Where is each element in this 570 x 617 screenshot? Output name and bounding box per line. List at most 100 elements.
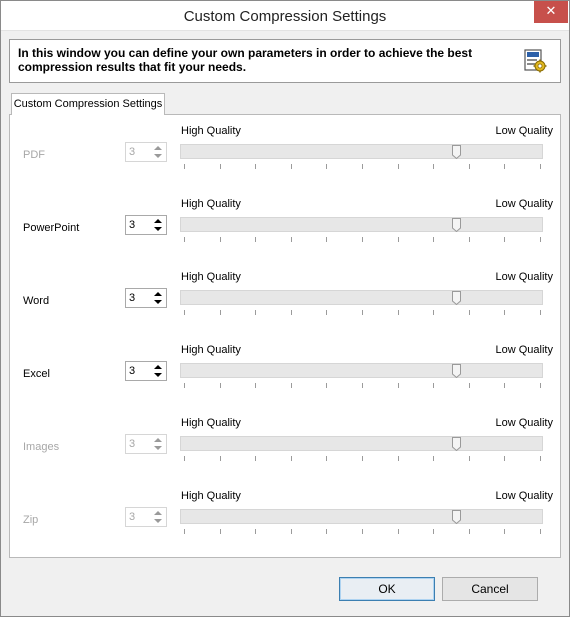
slider-tick [540,237,541,242]
slider-tick [398,164,399,169]
spinner-value[interactable]: 3 [129,365,135,377]
high-quality-label: High Quality [181,344,241,356]
slider-tick [469,456,470,461]
spinner-value: 3 [129,438,136,450]
quality-slider-track[interactable] [180,363,543,378]
quality-slider-thumb[interactable] [452,291,461,305]
slider-ticks [184,529,541,534]
quality-slider-track[interactable] [180,217,543,232]
cancel-button[interactable]: Cancel [442,577,538,601]
slider-tick [326,164,327,169]
compression-row-zip: High Quality Low Quality Zip 3 [10,490,560,550]
compression-level-spinner: 3 [125,142,167,162]
spinner-down-arrow-icon [152,152,164,159]
quality-slider-thumb[interactable] [452,218,461,232]
slider-tick [504,383,505,388]
spinner-down-arrow-icon [152,517,164,524]
slider-tick [504,237,505,242]
slider-tick [469,164,470,169]
compression-level-spinner[interactable]: 3 [125,215,167,235]
slider-tick [220,529,221,534]
slider-tick [255,164,256,169]
slider-tick [291,237,292,242]
slider-tick [540,310,541,315]
slider-tick [504,164,505,169]
slider-ticks [184,237,541,242]
slider-tick [504,310,505,315]
spinner-value[interactable]: 3 [129,292,135,304]
slider-tick [433,529,434,534]
spinner-down-arrow-icon[interactable] [152,225,164,232]
high-quality-label: High Quality [181,198,241,210]
slider-tick [184,310,185,315]
row-label: Excel [23,368,50,380]
spinner-up-arrow-icon[interactable] [152,218,164,225]
row-label: PDF [23,149,45,161]
slider-ticks [184,383,541,388]
slider-ticks [184,164,541,169]
slider-tick [540,456,541,461]
slider-tick [469,529,470,534]
slider-tick [291,164,292,169]
description-header: In this window you can define your own p… [9,39,561,83]
slider-tick [504,529,505,534]
slider-tick [540,164,541,169]
compression-row-excel: High Quality Low Quality Excel 3 [10,344,560,404]
slider-tick [291,383,292,388]
slider-tick [291,456,292,461]
slider-tick [540,529,541,534]
slider-tick [326,529,327,534]
slider-tick [255,383,256,388]
tab-custom-compression-settings[interactable]: Custom Compression Settings [11,93,165,115]
compression-level-spinner: 3 [125,507,167,527]
close-button[interactable]: ✕ [534,1,568,23]
quality-slider-track [180,436,543,451]
slider-tick [326,456,327,461]
compression-level-spinner[interactable]: 3 [125,361,167,381]
spinner-up-arrow-icon[interactable] [152,364,164,371]
description-text: In this window you can define your own p… [18,46,473,74]
spinner-up-arrow-icon [152,145,164,152]
slider-ticks [184,456,541,461]
spinner-up-arrow-icon [152,510,164,517]
row-label: Images [23,441,60,453]
slider-tick [220,237,221,242]
slider-tick [255,310,256,315]
row-label: PowerPoint [23,222,80,234]
spinner-up-arrow-icon[interactable] [152,291,164,298]
slider-tick [433,164,434,169]
compression-row-word: High Quality Low Quality Word 3 [10,271,560,331]
ok-button[interactable]: OK [339,577,435,601]
compression-level-spinner: 3 [125,434,167,454]
spinner-value[interactable]: 3 [129,219,135,231]
dialog-window: Custom Compression Settings ✕ In this wi… [0,0,570,617]
quality-slider-thumb [452,145,461,159]
slider-tick [255,529,256,534]
slider-tick [433,383,434,388]
slider-tick [362,237,363,242]
slider-tick [326,310,327,315]
quality-slider-track [180,509,543,524]
low-quality-label: Low Quality [495,271,553,283]
compression-row-images: High Quality Low Quality Images 3 [10,417,560,477]
slider-tick [433,237,434,242]
quality-slider-track[interactable] [180,290,543,305]
slider-tick [362,310,363,315]
slider-tick [398,237,399,242]
slider-tick [362,383,363,388]
quality-slider-thumb[interactable] [452,364,461,378]
slider-tick [504,456,505,461]
window-title: Custom Compression Settings [183,8,387,25]
spinner-down-arrow-icon[interactable] [152,298,164,305]
quality-slider-thumb [452,437,461,451]
spinner-value: 3 [129,511,136,523]
spinner-down-arrow-icon[interactable] [152,371,164,378]
low-quality-label: Low Quality [495,417,553,429]
compression-level-spinner[interactable]: 3 [125,288,167,308]
slider-tick [362,164,363,169]
high-quality-label: High Quality [181,417,241,429]
slider-tick [469,383,470,388]
slider-tick [433,310,434,315]
slider-tick [255,237,256,242]
quality-slider-thumb [452,510,461,524]
